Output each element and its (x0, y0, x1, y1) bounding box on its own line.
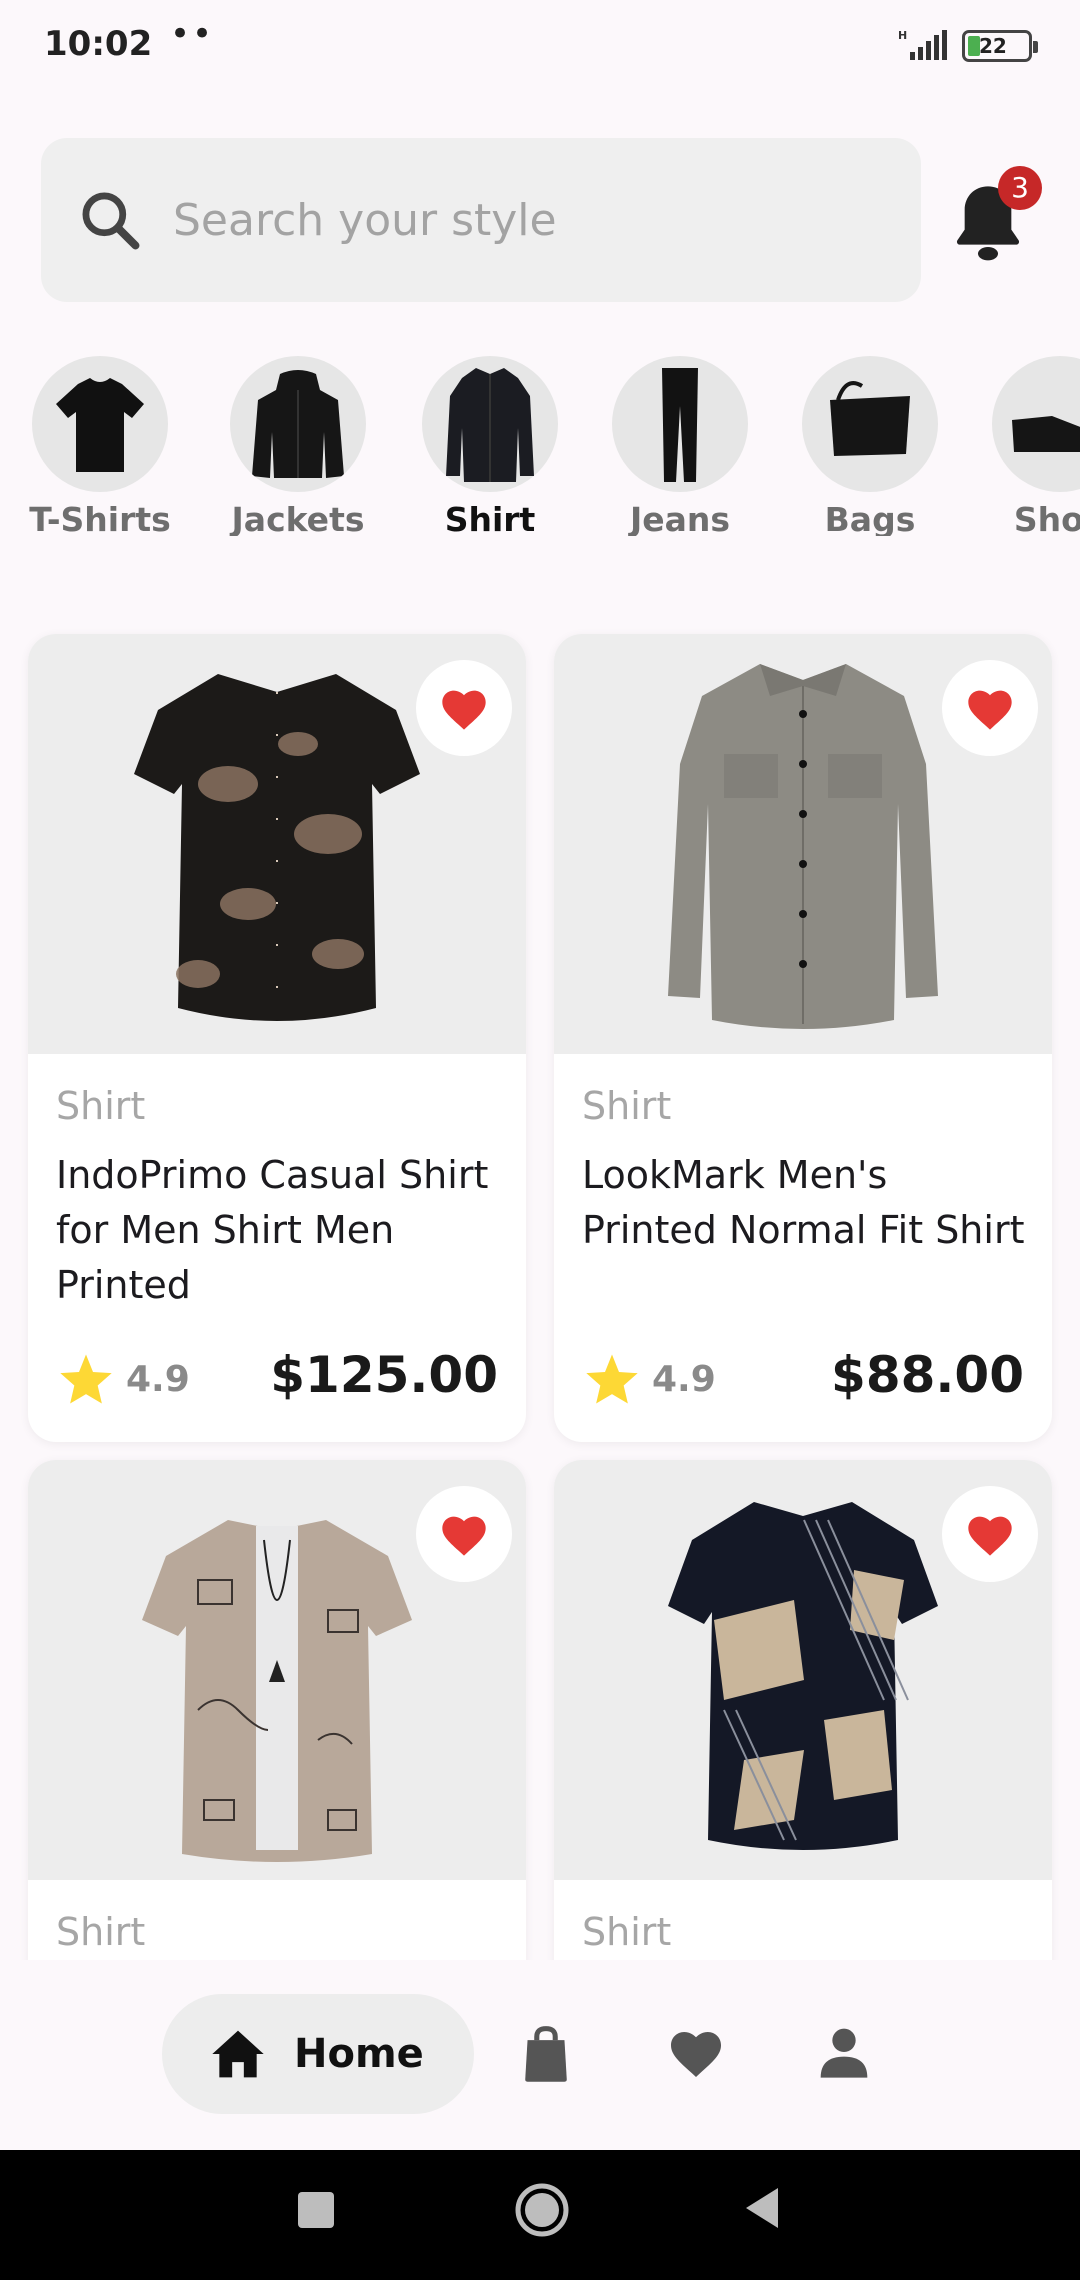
category-shoes[interactable]: Shoe (965, 356, 1080, 536)
system-navigation-bar (0, 2150, 1080, 2280)
rating-value: 4.9 (126, 1358, 190, 1400)
product-price: $88.00 (831, 1346, 1024, 1404)
rating-value: 4.9 (652, 1358, 716, 1400)
heart-icon (968, 1516, 1012, 1556)
category-image (422, 356, 558, 492)
battery-icon: 22 (962, 30, 1038, 62)
search-icon (82, 192, 140, 250)
notifications-button[interactable]: 3 (948, 166, 1048, 268)
recents-icon[interactable] (296, 2190, 336, 2230)
favorite-button[interactable] (416, 660, 512, 756)
notification-badge: 3 (998, 166, 1042, 210)
product-image (554, 1460, 1052, 1880)
bottom-navigation: Home (0, 1962, 1080, 2150)
nav-home-button[interactable]: Home (162, 1994, 474, 2114)
category-image (32, 356, 168, 492)
category-label: Shirt (444, 500, 536, 536)
product-card[interactable]: Shirt (554, 1460, 1052, 1960)
favorite-button[interactable] (942, 1486, 1038, 1582)
status-notification-dots: •• (170, 14, 215, 54)
product-title: IndoPrimo Casual Shirt for Men Shirt Men… (56, 1153, 489, 1307)
category-image (230, 356, 366, 492)
star-icon (60, 1354, 112, 1404)
category-shirt[interactable]: Shirt (395, 356, 585, 536)
category-image (802, 356, 938, 492)
battery-level: 22 (979, 34, 1007, 58)
person-icon[interactable] (816, 2024, 872, 2080)
favorite-button[interactable] (942, 660, 1038, 756)
status-time: 10:02 (44, 24, 153, 64)
product-image (28, 1460, 526, 1880)
product-image (554, 634, 1052, 1054)
category-t-shirts[interactable]: T-Shirts (5, 356, 195, 536)
category-bags[interactable]: Bags (775, 356, 965, 536)
product-category: Shirt (56, 1910, 146, 1954)
favorite-button[interactable] (416, 1486, 512, 1582)
home-circle-icon[interactable] (514, 2182, 570, 2238)
category-list: T-Shirts Jackets Shirt Jeans Bags Sho (0, 356, 1080, 536)
product-image (28, 634, 526, 1054)
category-jackets[interactable]: Jackets (203, 356, 393, 536)
product-title: LookMark Men's Printed Normal Fit Shirt (582, 1153, 1025, 1252)
product-category: Shirt (582, 1910, 672, 1954)
category-label: Jackets (231, 500, 365, 536)
product-category: Shirt (56, 1084, 146, 1128)
category-image (992, 356, 1080, 492)
product-rating: 4.9 (58, 1352, 190, 1406)
category-label: Jeans (629, 500, 731, 536)
status-bar: 10:02 •• H 22 (0, 0, 1080, 96)
product-card[interactable]: Shirt IndoPrimo Casual Shirt for Men Shi… (28, 634, 526, 1442)
star-icon (586, 1354, 638, 1404)
product-card[interactable]: Shirt LookMark Men's Printed Normal Fit … (554, 634, 1052, 1442)
search-bar[interactable] (41, 138, 921, 302)
svg-text:H: H (898, 29, 907, 42)
product-grid: Shirt IndoPrimo Casual Shirt for Men Shi… (0, 628, 1080, 1960)
heart-icon[interactable] (666, 2024, 726, 2080)
category-label: Shoe (1013, 500, 1080, 536)
nav-home-label: Home (294, 2031, 424, 2077)
home-icon (212, 2030, 264, 2078)
product-category: Shirt (582, 1084, 672, 1128)
category-jeans[interactable]: Jeans (585, 356, 775, 536)
category-label: Bags (824, 500, 916, 536)
category-label: T-Shirts (29, 500, 171, 536)
product-card[interactable]: Shirt (28, 1460, 526, 1960)
shopping-bag-icon[interactable] (518, 2024, 574, 2084)
product-price: $125.00 (270, 1346, 498, 1404)
back-icon[interactable] (742, 2186, 782, 2230)
heart-icon (442, 1516, 486, 1556)
signal-icon: H (898, 29, 947, 60)
category-image (612, 356, 748, 492)
product-rating: 4.9 (584, 1352, 716, 1406)
search-input[interactable] (173, 188, 873, 252)
heart-icon (968, 690, 1012, 730)
heart-icon (442, 690, 486, 730)
